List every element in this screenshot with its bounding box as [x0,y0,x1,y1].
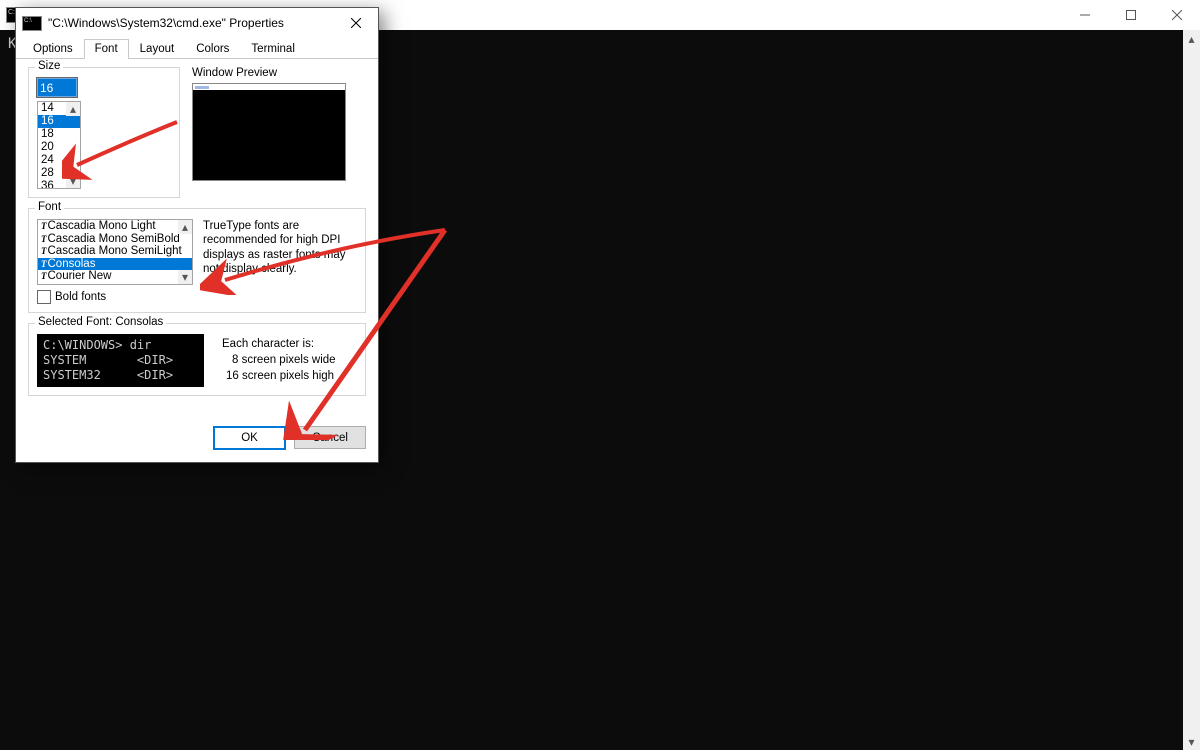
properties-dialog: "C:\Windows\System32\cmd.exe" Properties… [15,7,379,463]
dialog-title: "C:\Windows\System32\cmd.exe" Properties [48,16,284,30]
maximize-button[interactable] [1108,0,1154,30]
size-listbox[interactable]: ▴ 14 16 18 20 24 28 36 ▾ [37,101,81,189]
scroll-down-button[interactable]: ▾ [1183,733,1200,750]
truetype-icon: T [41,245,46,258]
dialog-titlebar[interactable]: "C:\Windows\System32\cmd.exe" Properties [16,8,378,38]
char-width: 8 screen pixels wide [222,352,336,368]
tab-terminal[interactable]: Terminal [240,39,305,59]
scroll-up-button[interactable]: ▴ [1183,30,1200,47]
minimize-button[interactable] [1062,0,1108,30]
preview-legend: Window Preview [192,67,366,79]
size-option[interactable]: 24 [38,154,80,167]
ok-button[interactable]: OK [213,426,286,450]
close-button[interactable] [1154,0,1200,30]
bold-fonts-label: Bold fonts [55,291,106,303]
font-legend: Font [35,201,64,213]
scroll-down-icon[interactable]: ▾ [66,174,80,188]
truetype-note: TrueType fonts are recommended for high … [203,219,357,304]
size-option[interactable]: 20 [38,141,80,154]
size-option[interactable]: 16 [38,115,80,128]
scrollbar[interactable]: ▴ ▾ [1183,30,1200,750]
char-height: 16 screen pixels high [222,368,336,384]
tab-options[interactable]: Options [22,39,84,59]
truetype-icon: T [41,258,46,271]
cancel-button[interactable]: Cancel [294,426,366,449]
char-info-label: Each character is: [222,336,336,352]
cmd-icon [22,16,42,31]
size-legend: Size [35,60,63,72]
dialog-close-button[interactable] [333,8,378,38]
truetype-icon: T [41,270,46,283]
font-option[interactable]: TConsolas [38,258,192,271]
tab-font[interactable]: Font [84,39,129,59]
font-listbox[interactable]: ▴ TCascadia Mono Light TCascadia Mono Se… [37,219,193,285]
truetype-icon: T [41,233,46,246]
scroll-up-icon[interactable]: ▴ [178,220,192,234]
size-option[interactable]: 18 [38,128,80,141]
font-sample: C:\WINDOWS> dir SYSTEM <DIR> SYSTEM32 <D… [37,334,204,387]
font-group: Font ▴ TCascadia Mono Light TCascadia Mo… [28,208,366,313]
font-option[interactable]: TCascadia Mono SemiLight [38,245,192,258]
selected-font-group: Selected Font: Consolas C:\WINDOWS> dir … [28,323,366,396]
selected-font-legend: Selected Font: Consolas [35,316,166,328]
dialog-tabs: Options Font Layout Colors Terminal [16,38,378,59]
font-option[interactable]: TCascadia Mono Light [38,220,192,233]
bold-fonts-checkbox[interactable] [37,290,51,304]
font-option[interactable]: TCourier New [38,270,192,283]
window-preview [192,83,346,181]
truetype-icon: T [41,220,46,233]
scroll-up-icon[interactable]: ▴ [66,102,80,116]
tab-colors[interactable]: Colors [185,39,240,59]
size-group: Size ▴ 14 16 18 20 24 28 36 ▾ [28,67,180,198]
tab-layout[interactable]: Layout [129,39,186,59]
scroll-down-icon[interactable]: ▾ [178,270,192,284]
font-option[interactable]: TCascadia Mono SemiBold [38,233,192,246]
size-input[interactable] [37,78,77,97]
